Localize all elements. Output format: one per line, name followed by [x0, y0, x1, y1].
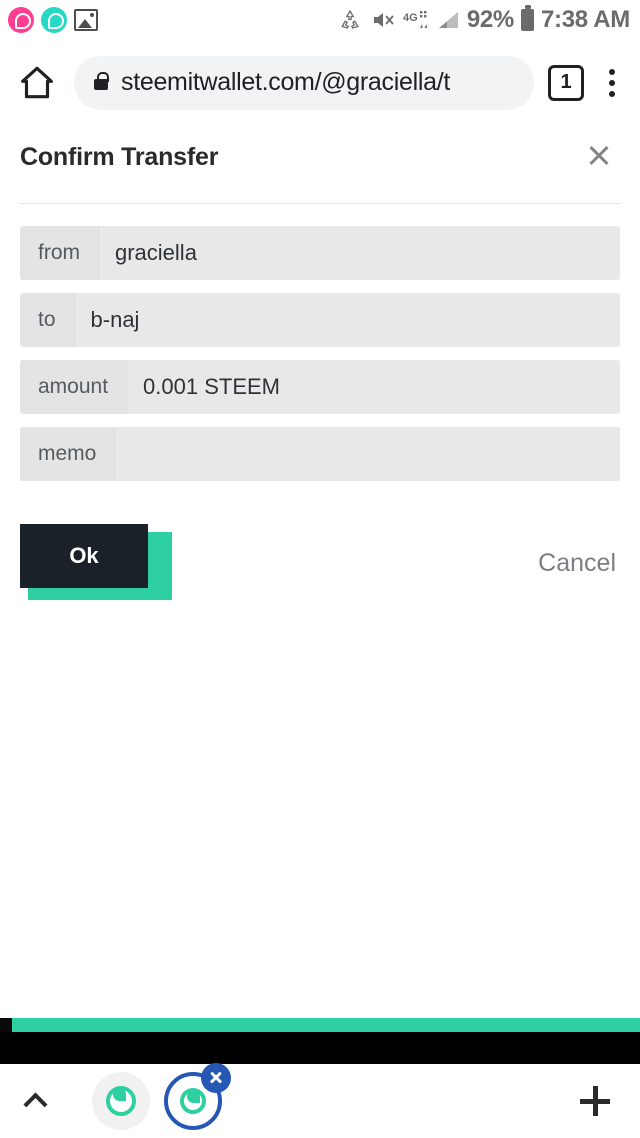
field-value-to: b-naj — [74, 293, 620, 347]
form-row-memo: memo — [20, 427, 620, 481]
data-saver-icon — [341, 9, 359, 29]
accent-bar — [0, 1018, 640, 1032]
new-tab-button[interactable] — [550, 1064, 640, 1138]
black-bar — [0, 1032, 640, 1064]
field-value-from: graciella — [99, 226, 620, 280]
plus-icon — [580, 1086, 610, 1116]
page-title: Confirm Transfer — [20, 143, 219, 171]
tab-thumbnails — [92, 1063, 231, 1130]
home-button[interactable] — [0, 63, 74, 103]
kebab-dot — [609, 79, 615, 86]
dialog-actions: Ok Cancel — [0, 494, 640, 600]
ok-button-wrapper: Ok — [20, 524, 172, 600]
form-row-to: to b-naj — [20, 293, 620, 347]
close-icon — [209, 1071, 223, 1085]
steem-logo-icon — [106, 1086, 136, 1116]
clock-label: 7:38 AM — [540, 6, 630, 33]
network-4g-icon: 4G — [403, 11, 427, 28]
whatsapp-pink-icon — [8, 7, 34, 33]
battery-icon — [520, 5, 534, 31]
field-value-memo — [115, 427, 620, 481]
volume-mute-icon — [373, 13, 394, 27]
tab-item-2-active[interactable] — [164, 1063, 231, 1130]
browser-menu-button[interactable] — [584, 68, 640, 97]
form-row-amount: amount 0.001 STEEM — [20, 360, 620, 414]
browser-toolbar: steemitwallet.com/@graciella/t 1 — [0, 40, 640, 125]
close-tab-button[interactable] — [201, 1063, 231, 1093]
signal-bars-icon — [438, 12, 458, 28]
lock-icon — [94, 71, 109, 90]
close-icon[interactable] — [584, 141, 614, 171]
status-bar-notifications — [8, 7, 98, 33]
kebab-dot — [609, 90, 615, 97]
field-label-memo: memo — [20, 427, 116, 481]
bottom-tab-strip — [0, 1063, 640, 1138]
form-row-from: from graciella — [20, 226, 620, 280]
svg-text:4G: 4G — [403, 12, 418, 24]
battery-percent-label: 92% — [466, 6, 514, 33]
expand-up-button[interactable] — [0, 1064, 70, 1138]
transfer-form: from graciella to b-naj amount 0.001 STE… — [0, 204, 640, 481]
home-icon — [21, 66, 53, 98]
tab-counter-button[interactable]: 1 — [548, 64, 584, 101]
tab-item-1[interactable] — [92, 1072, 150, 1130]
kebab-dot — [609, 68, 615, 75]
url-text: steemitwallet.com/@graciella/t — [121, 68, 450, 96]
chevron-up-icon — [22, 1091, 48, 1117]
dialog-header: Confirm Transfer — [0, 125, 640, 203]
status-bar: 4G 92% 7:38 AM — [0, 0, 640, 40]
whatsapp-teal-icon — [41, 7, 67, 33]
field-label-to: to — [20, 293, 75, 347]
field-value-amount: 0.001 STEEM — [127, 360, 620, 414]
gallery-icon — [74, 9, 98, 31]
url-bar[interactable]: steemitwallet.com/@graciella/t — [74, 55, 534, 110]
page-content: Confirm Transfer from graciella to b-naj… — [0, 125, 640, 1013]
status-bar-system: 4G 92% 7:38 AM — [337, 5, 630, 34]
field-label-amount: amount — [20, 360, 128, 414]
field-label-from: from — [20, 226, 99, 280]
steem-logo-icon — [180, 1088, 206, 1114]
phone-screen: 4G 92% 7:38 AM steemitwallet.com/@gracie… — [0, 0, 640, 1138]
cancel-button[interactable]: Cancel — [538, 549, 618, 578]
ok-button[interactable]: Ok — [20, 524, 148, 588]
